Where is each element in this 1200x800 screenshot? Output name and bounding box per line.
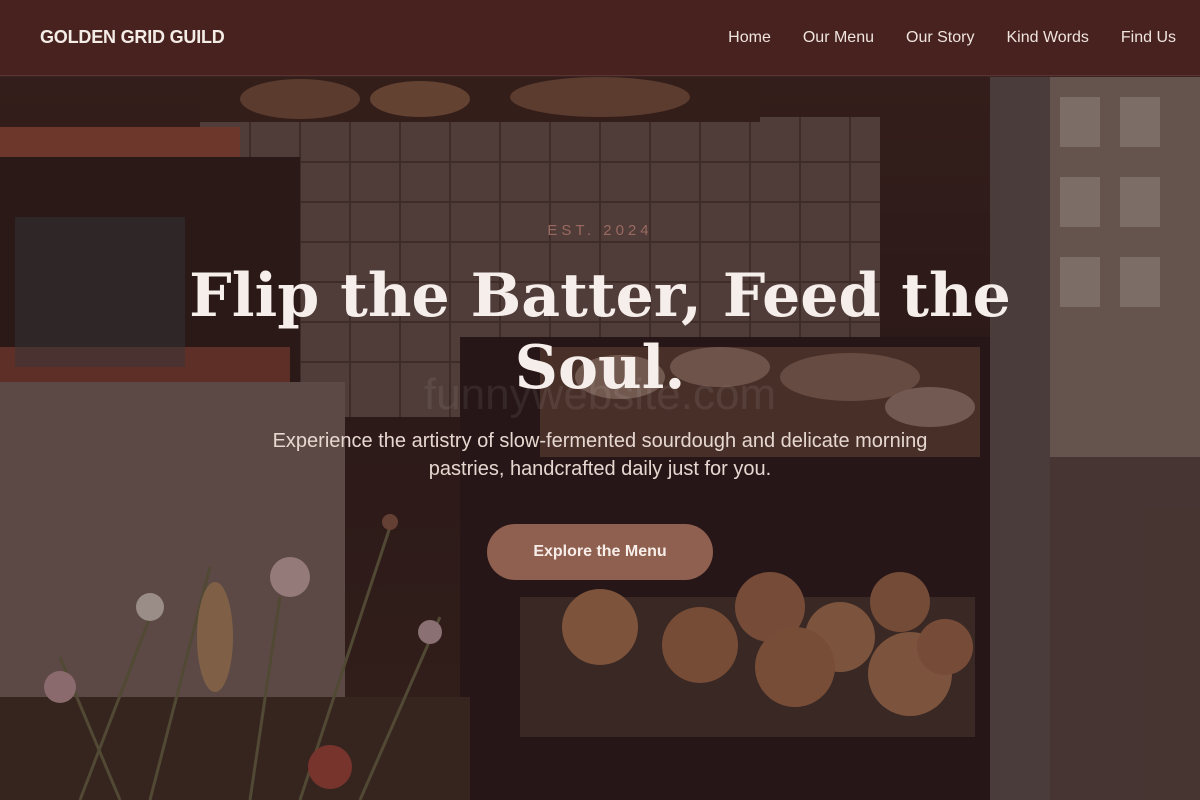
brand-logo[interactable]: GOLDEN GRID GUILD [40, 27, 225, 48]
hero-content: EST. 2024 Flip the Batter, Feed the Soul… [0, 77, 1200, 637]
nav-find-us[interactable]: Find Us [1121, 29, 1176, 47]
site-header: GOLDEN GRID GUILD Home Our Menu Our Stor… [0, 0, 1200, 76]
nav-kind-words[interactable]: Kind Words [1006, 29, 1088, 47]
nav-home[interactable]: Home [728, 29, 771, 47]
main-nav: Home Our Menu Our Story Kind Words Find … [728, 29, 1176, 47]
hero-subtitle: Experience the artistry of slow-fermente… [272, 430, 928, 480]
explore-menu-button[interactable]: Explore the Menu [487, 524, 713, 580]
nav-our-menu[interactable]: Our Menu [803, 29, 874, 47]
hero-headline: Flip the Batter, Feed the Soul. [189, 261, 1011, 403]
established-label: EST. 2024 [547, 222, 653, 239]
nav-our-story[interactable]: Our Story [906, 29, 974, 47]
